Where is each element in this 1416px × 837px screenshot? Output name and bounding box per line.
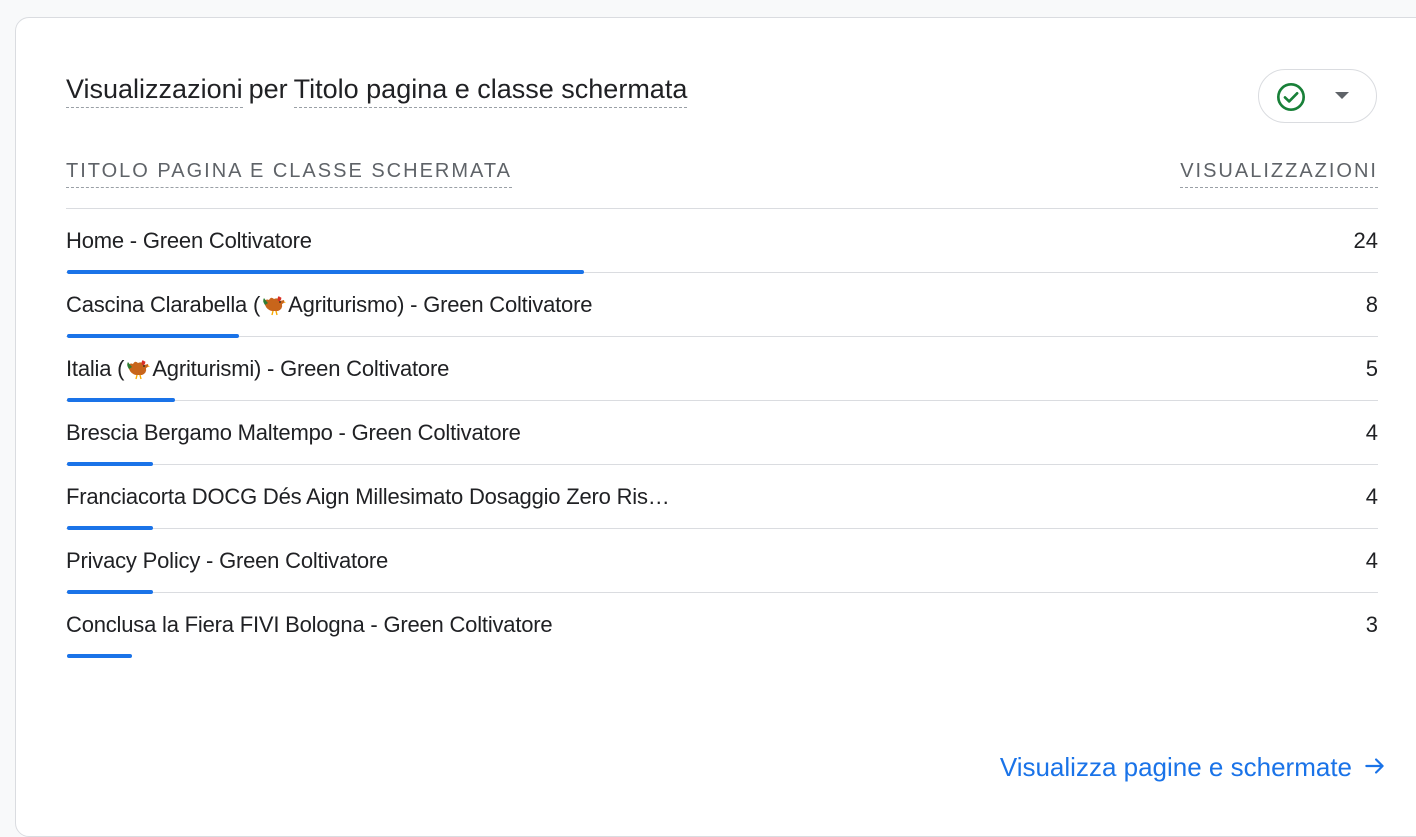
table-row[interactable]: Privacy Policy - Green Coltivatore 4 — [66, 529, 1378, 594]
row-label-text: Privacy Policy - Green Coltivatore — [66, 548, 389, 573]
card-title: Visualizzazioni per Titolo pagina e classe… — [66, 72, 688, 108]
column-header-dimension[interactable]: TITOLO PAGINA E CLASSE SCHERMATA — [66, 160, 512, 188]
row-label: Home - Green Coltivatore — [66, 228, 312, 254]
column-header-metric[interactable]: VISUALIZZAZIONI — [1180, 160, 1378, 188]
row-label: Privacy Policy - Green Coltivatore — [66, 548, 388, 574]
row-label: Franciacorta DOCG Dés Aign Millesimato D… — [66, 484, 670, 510]
chevron-down-icon — [1335, 92, 1349, 99]
row-label-text: Franciacorta DOCG Dés Aign Millesimato D… — [66, 484, 670, 509]
row-label-text: Home - Green Coltivatore — [66, 228, 312, 253]
row-label-text-cont: Agriturismi) - Green Coltivatore — [152, 356, 450, 381]
row-value: 8 — [1365, 292, 1378, 317]
row-value: 4 — [1365, 420, 1378, 445]
title-separator: per — [248, 74, 288, 104]
check-circle-icon — [1277, 83, 1305, 111]
table-body: Home - Green Coltivatore 24 Cascina Clarab… — [66, 209, 1378, 658]
row-value: 4 — [1365, 548, 1378, 573]
view-pages-link-label: Visualizza pagine e schermate — [999, 752, 1352, 782]
row-label: Conclusa la Fiera FIVI Bologna - Green C… — [66, 612, 553, 638]
row-label-text: Cascina Clarabella ( — [66, 292, 261, 317]
table-row[interactable]: Italia ( Agriturismi) - Green Coltivatore… — [66, 337, 1378, 402]
rooster-emoji-icon — [263, 296, 287, 316]
table-row[interactable]: Home - Green Coltivatore 24 — [66, 209, 1378, 274]
row-value: 3 — [1365, 612, 1378, 637]
table-row[interactable]: Franciacorta DOCG Dés Aign Millesimato D… — [66, 465, 1378, 530]
row-label: Italia ( Agriturismi) - Green Coltivatore — [66, 356, 449, 382]
row-label-text: Conclusa la Fiera FIVI Bologna - Green C… — [66, 612, 553, 637]
table-row[interactable]: Cascina Clarabella ( Agriturismo) - Green… — [66, 273, 1378, 338]
view-pages-link[interactable]: Visualizza pagine e schermate — [1000, 752, 1388, 783]
comparison-status-button[interactable] — [1258, 69, 1377, 123]
title-metric[interactable]: Visualizzazioni — [66, 74, 243, 108]
row-value: 5 — [1365, 356, 1378, 381]
row-value: 24 — [1353, 228, 1378, 253]
row-value: 4 — [1365, 484, 1378, 509]
rooster-emoji-icon — [127, 360, 151, 380]
row-label-text-cont: Agriturismo) - Green Coltivatore — [288, 292, 593, 317]
row-label-text: Brescia Bergamo Maltempo - Green Coltiva… — [66, 420, 521, 445]
row-label: Cascina Clarabella ( Agriturismo) - Green… — [66, 292, 592, 318]
title-dimension[interactable]: Titolo pagina e classe schermata — [293, 74, 688, 108]
row-label-text: Italia ( — [66, 356, 125, 381]
row-proportion-bar — [67, 654, 132, 658]
table-row[interactable]: Conclusa la Fiera FIVI Bologna - Green C… — [66, 593, 1378, 658]
row-label: Brescia Bergamo Maltempo - Green Coltiva… — [66, 420, 521, 446]
arrow-right-icon — [1365, 758, 1384, 774]
table-row[interactable]: Brescia Bergamo Maltempo - Green Coltiva… — [66, 401, 1378, 466]
